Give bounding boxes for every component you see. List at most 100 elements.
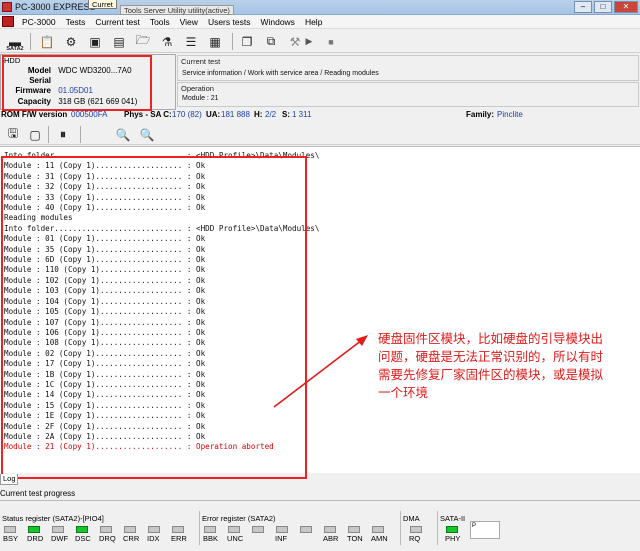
progress-bar <box>0 500 640 501</box>
led-label: ERR <box>171 534 187 543</box>
operation-value: Module : 21 <box>182 95 219 102</box>
current-test-value: Service information / Work with service … <box>182 70 379 77</box>
log-line: Module : 40 (Copy 1)................... … <box>4 203 206 213</box>
main-toolbar: ▬ SATA2 📋 ⚙ ▣ ▤ 🗁 ⚗ ☰ ▦ ❐ ⧉ ⚒ ▶ ■ <box>0 30 640 53</box>
stop-icon[interactable]: ■ <box>322 33 340 50</box>
log-line: Module : 110 (Copy 1).................. … <box>4 265 206 275</box>
operation-label: Operation <box>181 84 214 93</box>
led-unc <box>228 526 240 533</box>
app-icon <box>2 2 12 12</box>
model-label: Model <box>27 66 51 75</box>
led-label: DSC <box>75 534 91 543</box>
hdd-header: HDD <box>4 56 21 65</box>
h-label: H: <box>254 110 263 119</box>
pause-icon[interactable]: ⏸ <box>54 126 72 143</box>
log-line: Module : 01 (Copy 1)................... … <box>4 234 206 244</box>
log-line: Module : 103 (Copy 1).................. … <box>4 286 206 296</box>
led-idx <box>148 526 160 533</box>
led-rq <box>410 526 422 533</box>
tooltip-secondary: Tools Server Utility utility(active) <box>120 5 234 15</box>
log-tab[interactable]: Log <box>0 474 18 485</box>
play-icon[interactable]: ▶ <box>300 33 318 50</box>
annotation-text: 硬盘固件区模块，比如硬盘的引导模块出问题，硬盘是无法正常识别的，所以有时需要先修… <box>378 332 604 400</box>
annotation-arrow <box>273 335 368 408</box>
status-register-title: Status register (SATA2)-[PIO4] <box>2 514 104 523</box>
find-next-icon[interactable]: 🔍 <box>138 126 156 143</box>
current-test-group: Current test Service information / Work … <box>177 55 639 81</box>
sata-title: SATA-II <box>440 514 466 523</box>
led-abr <box>324 526 336 533</box>
family-label: Family: <box>466 110 495 119</box>
family-value: Pinclite <box>497 110 523 119</box>
close-button[interactable]: ✕ <box>614 1 638 13</box>
gears-icon[interactable]: ⚙ <box>62 33 80 50</box>
save-log-icon[interactable]: 🖫 <box>4 126 22 143</box>
led-label: IDX <box>147 534 160 543</box>
log-line: Into folder............................ … <box>4 223 320 233</box>
pc3000-logo-icon[interactable] <box>2 16 14 27</box>
clipboard-icon[interactable]: 📋 <box>38 33 56 50</box>
menu-bar: PC-3000 Tests Current test Tools View Us… <box>0 15 640 29</box>
led-blank <box>252 526 264 533</box>
log-line: Module : 33 (Copy 1)................... … <box>4 192 206 202</box>
chip-icon[interactable]: ▣ <box>86 33 104 50</box>
folder-icon[interactable]: 🗁 <box>134 33 152 50</box>
sata-port-button[interactable]: ▬ SATA2 <box>4 33 26 53</box>
led-dwf <box>52 526 64 533</box>
tooltip: Curret <box>88 0 117 9</box>
led-label: CRR <box>123 534 140 543</box>
led-drq <box>100 526 112 533</box>
stack-icon[interactable]: ☰ <box>182 33 200 50</box>
menu-help[interactable]: Help <box>300 17 327 27</box>
log-line: Into folder............................ … <box>4 151 320 160</box>
led-label: PHY <box>445 534 461 543</box>
firmware-label: Firmware <box>15 86 51 95</box>
log-line: Module : 6D (Copy 1)................... … <box>4 255 206 265</box>
menu-tools[interactable]: Tools <box>145 17 175 27</box>
rom-value: 000500FA <box>71 110 108 119</box>
ua-value: 181 888 <box>221 110 250 119</box>
led-crr <box>124 526 136 533</box>
phy-mode-box: P <box>470 521 500 539</box>
log-line: Module : 11 (Copy 1)................... … <box>4 161 206 171</box>
phys-label: Phys - SA C: <box>124 110 172 119</box>
dma-title: DMA <box>403 514 420 523</box>
menu-current-test[interactable]: Current test <box>90 17 144 27</box>
menu-pc3000[interactable]: PC-3000 <box>17 17 61 27</box>
menu-tests[interactable]: Tests <box>61 17 91 27</box>
maximize-button[interactable]: □ <box>594 1 612 13</box>
log-output[interactable]: Into folder............................ … <box>0 146 640 473</box>
minimize-button[interactable]: – <box>574 1 592 13</box>
progress-label: Current test progress <box>0 489 76 498</box>
led-dsc <box>76 526 88 533</box>
log-line: Module : 104 (Copy 1).................. … <box>4 296 206 306</box>
led-blank <box>300 526 312 533</box>
windows-icon[interactable]: ❐ <box>238 33 256 50</box>
log-line-error: Module : 21 (Copy 1)................... … <box>4 442 274 452</box>
log-line: Module : 107 (Copy 1).................. … <box>4 317 206 327</box>
led-drd <box>28 526 40 533</box>
log-toolbar: 🖫 ▢ ⏸ 🔍 🔍 <box>0 123 640 145</box>
menu-windows[interactable]: Windows <box>255 17 299 27</box>
window-title: PC-3000 EXPRESS <box>15 2 96 12</box>
log-line: Module : 32 (Copy 1)................... … <box>4 182 206 192</box>
module-icon[interactable]: ▤ <box>110 33 128 50</box>
log-line: Module : 102 (Copy 1).................. … <box>4 275 206 285</box>
led-label: ABR <box>323 534 339 543</box>
log-line: Module : 35 (Copy 1)................... … <box>4 244 206 254</box>
title-bar: PC-3000 EXPRESS Tools Server Utility uti… <box>0 0 640 15</box>
firmware-value: 01.05D01 <box>58 86 93 95</box>
menu-users-tests[interactable]: Users tests <box>203 17 256 27</box>
grid-icon[interactable]: ▦ <box>206 33 224 50</box>
menu-view[interactable]: View <box>175 17 203 27</box>
log-line: Module : 31 (Copy 1)................... … <box>4 171 206 181</box>
log-line: Module : 2A (Copy 1)................... … <box>4 431 206 441</box>
find-icon[interactable]: 🔍 <box>114 126 132 143</box>
clear-log-icon[interactable]: ▢ <box>26 126 44 143</box>
hdd-info-panel: HDD Model WDC WD3200...7A0 Serial Firmwa… <box>0 54 176 110</box>
led-label: UNC <box>227 534 244 543</box>
flask-icon[interactable]: ⚗ <box>158 33 176 50</box>
led-label: DRQ <box>99 534 116 543</box>
error-register-title: Error register (SATA2) <box>202 514 276 523</box>
copy-icon[interactable]: ⧉ <box>262 33 280 50</box>
